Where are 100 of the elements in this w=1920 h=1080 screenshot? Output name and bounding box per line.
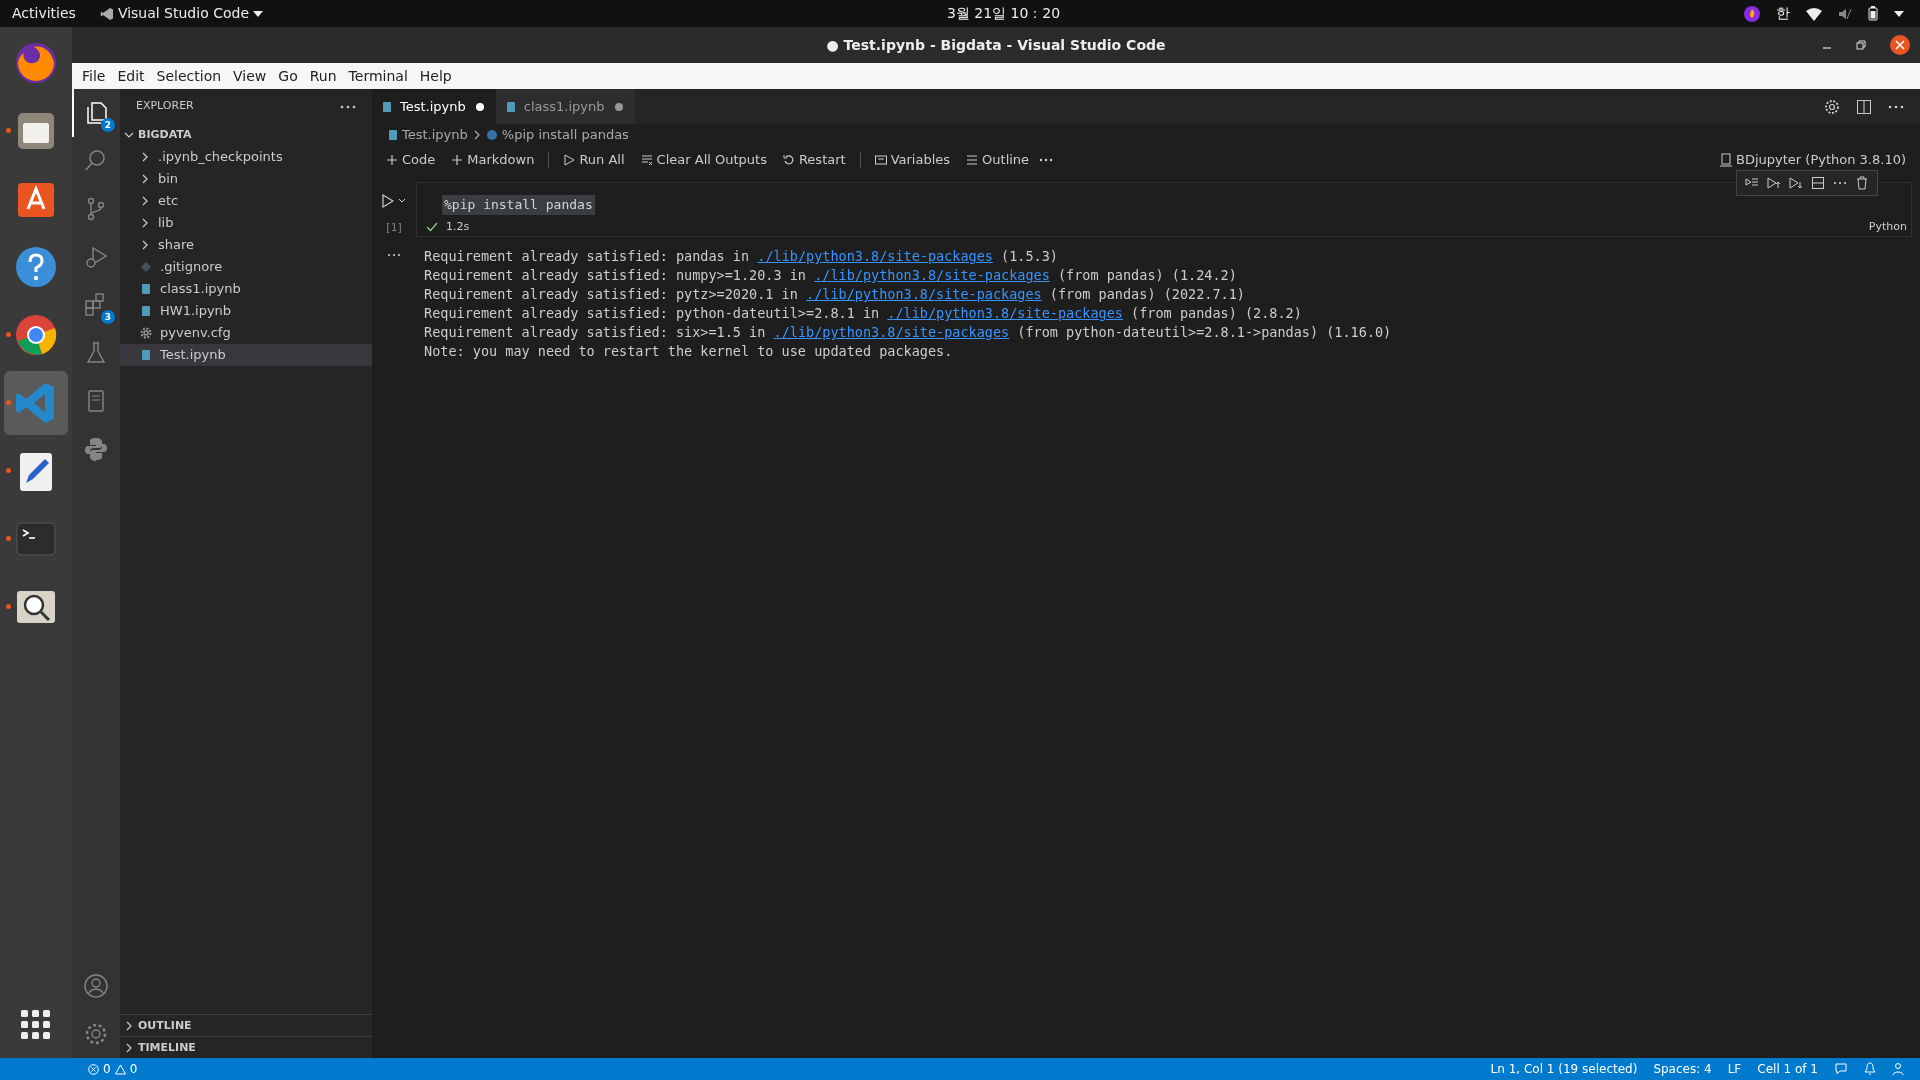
toolbar-button[interactable]: Outline <box>960 148 1036 172</box>
more-icon[interactable] <box>1039 158 1054 162</box>
status-item[interactable]: Cell 1 of 1 <box>1757 1060 1818 1078</box>
split-cell-icon[interactable] <box>1811 176 1825 190</box>
file-name[interactable]: class1.ipynb <box>160 278 241 300</box>
toolbar-button[interactable]: Variables <box>868 148 957 172</box>
chevron-right-icon[interactable] <box>124 1042 134 1053</box>
kernel-picker[interactable]: BDjupyter (Python 3.8.10) <box>1714 148 1912 172</box>
variables-icon <box>874 154 887 166</box>
bell-icon[interactable] <box>1864 1062 1876 1076</box>
error-icon <box>88 1063 99 1075</box>
delete-icon[interactable] <box>1855 176 1869 190</box>
error-count: 0 <box>103 1061 111 1078</box>
app-name: Visual Studio Code <box>117 4 249 23</box>
menu-item[interactable]: Go <box>272 65 304 87</box>
file-name[interactable]: pyvenv.cfg <box>160 322 231 344</box>
window-title: ● Test.ipynb - Bigdata - Visual Studio Code <box>826 35 1166 55</box>
file-name[interactable]: etc <box>158 190 179 212</box>
file-name[interactable]: Test.ipynb <box>160 344 226 366</box>
more-icon[interactable] <box>340 104 356 109</box>
toolbar-button[interactable]: Run All <box>557 148 631 172</box>
more-icon[interactable] <box>1888 104 1904 109</box>
file-name[interactable]: .gitignore <box>160 256 223 278</box>
chevron-right-icon[interactable] <box>140 174 150 184</box>
caret-icon <box>253 10 263 17</box>
chevron-right-icon[interactable] <box>140 240 150 250</box>
output-line: Requirement already satisfied: pytz>=2020.1 in ./lib/python3.8/site-packages (from pandas) (2022.7.1) <box>424 285 1246 304</box>
plus-icon <box>451 154 464 166</box>
run-below-icon[interactable] <box>1789 176 1803 190</box>
split-editor-icon[interactable] <box>1856 98 1872 115</box>
menu-item[interactable]: Run <box>303 65 343 87</box>
chevron-right-icon[interactable] <box>140 152 150 162</box>
panel-header[interactable]: OUTLINE <box>138 1014 192 1037</box>
clock[interactable]: 3월 21일 10：20 <box>946 3 1061 24</box>
chevron-right-icon[interactable] <box>140 218 150 228</box>
server-icon <box>1720 153 1732 167</box>
apps-grid-icon[interactable] <box>21 1010 51 1040</box>
restart-icon <box>782 154 795 166</box>
menu-item[interactable]: File <box>76 65 112 87</box>
file-name[interactable]: .ipynb_checkpoints <box>158 146 283 168</box>
path-link[interactable]: ./lib/python3.8/site-packages <box>814 267 1050 283</box>
output-line: Requirement already satisfied: numpy>=1.20.3 in ./lib/python3.8/site-packages (from pandas) (1.24.2) <box>424 266 1238 285</box>
editor-tab[interactable]: Test.ipynb <box>372 89 496 124</box>
run-all-icon <box>563 154 576 166</box>
battery-icon[interactable] <box>1868 6 1878 21</box>
close-icon[interactable] <box>1890 35 1910 55</box>
chevron-down-icon[interactable] <box>124 130 134 140</box>
chevron-right-icon[interactable] <box>140 196 150 206</box>
activities-button[interactable]: Activities <box>12 3 76 24</box>
breadcrumb[interactable]: Test.ipynb <box>402 125 468 145</box>
notebook-file-icon <box>505 100 516 113</box>
person-icon[interactable] <box>1892 1062 1904 1076</box>
feedback-icon[interactable] <box>1834 1062 1848 1076</box>
problems-indicator[interactable]: 0 0 <box>88 1060 138 1078</box>
path-link[interactable]: ./lib/python3.8/site-packages <box>773 324 1010 340</box>
output-line: Requirement already satisfied: python-dateutil>=2.8.1 in ./lib/python3.8/site-packages (from pandas) (2.8.2) <box>424 304 1303 323</box>
path-link[interactable]: ./lib/python3.8/site-packages <box>757 248 993 264</box>
file-name[interactable]: HW1.ipynb <box>160 300 232 322</box>
editor-tab[interactable]: class1.ipynb <box>495 89 635 124</box>
breadcrumb[interactable]: %pip install pandas <box>501 125 629 145</box>
language-label[interactable]: Python <box>1868 218 1907 235</box>
file-name[interactable]: lib <box>158 212 174 234</box>
wifi-icon[interactable] <box>1806 6 1822 21</box>
menu-item[interactable]: View <box>227 65 273 87</box>
toolbar-button[interactable]: Markdown <box>445 148 541 172</box>
menu-item[interactable]: Terminal <box>342 65 414 87</box>
more-icon[interactable] <box>387 253 401 257</box>
account-icon[interactable] <box>83 973 109 999</box>
duration: 1.2s <box>446 218 470 235</box>
menu-item[interactable]: Edit <box>111 65 151 87</box>
chevron-down-icon[interactable] <box>398 197 406 205</box>
app-menu[interactable]: Visual Studio Code <box>99 3 263 24</box>
run-above-icon[interactable] <box>1767 176 1781 190</box>
notebook-file-icon <box>140 349 152 361</box>
input-method[interactable]: 한 <box>1776 3 1790 24</box>
status-item[interactable]: LF <box>1727 1060 1742 1078</box>
settings-icon[interactable] <box>1824 98 1840 115</box>
count-badge: 2 <box>101 118 115 132</box>
fire-icon[interactable] <box>1744 5 1760 22</box>
path-link[interactable]: ./lib/python3.8/site-packages <box>806 286 1042 302</box>
folder-title[interactable]: BIGDATA <box>138 124 192 146</box>
toolbar-button[interactable]: Restart <box>776 148 852 172</box>
chevron-right-icon[interactable] <box>124 1020 134 1031</box>
menu-item[interactable]: Help <box>413 65 458 87</box>
restore-icon[interactable] <box>1856 40 1866 50</box>
toolbar-button[interactable]: Clear All Outputs <box>634 148 773 172</box>
speaker-icon[interactable] <box>1838 6 1852 21</box>
menu-item[interactable]: Selection <box>150 65 228 87</box>
file-name[interactable]: bin <box>158 168 179 190</box>
notebook-file-icon <box>140 305 152 317</box>
caret-icon[interactable] <box>1894 10 1904 17</box>
toolbar-button[interactable]: Code <box>380 148 442 172</box>
file-name[interactable]: share <box>158 234 195 256</box>
panel-header[interactable]: TIMELINE <box>138 1036 196 1059</box>
notebook-file-icon <box>382 100 392 113</box>
run-icon[interactable] <box>382 194 394 208</box>
status-item[interactable]: Ln 1, Col 1 (19 selected) <box>1490 1060 1638 1078</box>
count-badge: 3 <box>101 310 115 324</box>
status-item[interactable]: Spaces: 4 <box>1653 1060 1712 1078</box>
path-link[interactable]: ./lib/python3.8/site-packages <box>887 305 1123 321</box>
